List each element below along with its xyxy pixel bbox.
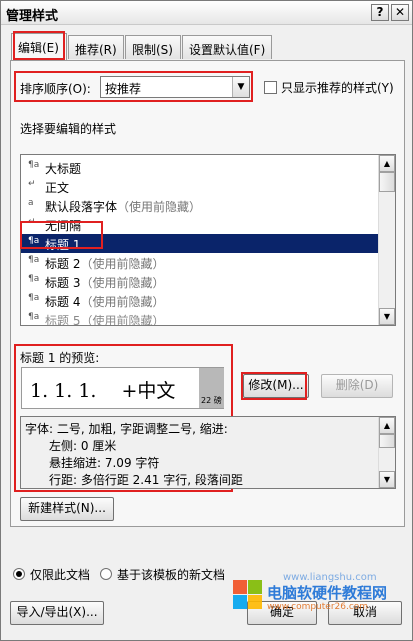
scroll-up-icon[interactable]: ▲ bbox=[379, 155, 395, 172]
style-type-icon: ¶a bbox=[28, 255, 40, 265]
new-style-button[interactable]: 新建样式(N)... bbox=[20, 497, 114, 521]
scroll-thumb[interactable] bbox=[379, 172, 395, 192]
style-type-icon: ¶a bbox=[28, 160, 40, 170]
style-hidden-note: （使用前隐藏） bbox=[80, 295, 165, 309]
help-button[interactable]: ? bbox=[371, 4, 389, 21]
windows-logo-icon bbox=[233, 580, 263, 610]
style-name: 标题 4 bbox=[45, 295, 81, 309]
preview-size-badge: 22 磅 bbox=[201, 396, 222, 405]
style-type-icon: a bbox=[28, 198, 34, 208]
sort-order-value: 按推荐 bbox=[105, 82, 142, 96]
chevron-down-icon[interactable]: ▼ bbox=[232, 77, 249, 97]
scope-template-radio[interactable] bbox=[100, 568, 112, 580]
description-box: 字体: 二号, 加粗, 字距调整二号, 缩进: 左侧: 0 厘米 悬挂缩进: 7… bbox=[20, 416, 396, 489]
style-list-item-label: 标题 5（使用前隐藏） bbox=[45, 312, 165, 326]
style-list-item-label: 默认段落字体（使用前隐藏） bbox=[45, 198, 201, 215]
style-type-icon: ¶a bbox=[28, 312, 40, 322]
description-line: 左侧: 0 厘米 bbox=[49, 439, 117, 453]
style-type-icon: ¶a bbox=[28, 236, 40, 246]
watermark: 电脑软硬件教程网 www.computer26.com www.liangshu… bbox=[233, 572, 409, 626]
preview-label: 标题 1 的预览: bbox=[20, 351, 100, 365]
scroll-down-icon[interactable]: ▼ bbox=[379, 471, 395, 488]
style-hidden-note: （使用前隐藏） bbox=[80, 276, 165, 290]
scope-template-label: 基于该模板的新文档 bbox=[117, 568, 226, 582]
description-line: 行距: 多倍行距 2.41 字行, 段落间距 bbox=[49, 473, 243, 487]
style-list-item[interactable]: ¶a 标题 1 bbox=[21, 234, 380, 253]
style-name: 标题 2 bbox=[45, 257, 81, 271]
style-name: 标题 5 bbox=[45, 314, 81, 326]
description-line: 字体: 二号, 加粗, 字距调整二号, 缩进: bbox=[25, 422, 228, 436]
style-list-item[interactable]: ↵ 正文 bbox=[21, 177, 380, 196]
tab-edit[interactable]: 编辑(E) bbox=[11, 33, 67, 60]
tab-restrict[interactable]: 限制(S) bbox=[125, 35, 181, 59]
style-list-item-label: 大标题 bbox=[45, 160, 81, 177]
style-hidden-note: （使用前隐藏） bbox=[80, 257, 165, 271]
description-scrollbar[interactable]: ▲ ▼ bbox=[378, 417, 395, 488]
style-name: 标题 3 bbox=[45, 276, 81, 290]
dialog-title: 管理样式 bbox=[6, 9, 59, 24]
sort-order-select[interactable]: 按推荐 ▼ bbox=[100, 76, 250, 98]
style-name: 正文 bbox=[45, 181, 70, 195]
watermark-url: www.computer26.com bbox=[267, 602, 369, 612]
style-name: 默认段落字体 bbox=[45, 200, 118, 214]
delete-button[interactable]: 删除(D) bbox=[321, 374, 393, 398]
styles-listbox[interactable]: ¶a 大标题 ↵ 正文 a 默认段落字体（使用前隐藏） ↵ 无间隔 ¶a 标题 1 ¶a 标题 2（使… bbox=[20, 154, 396, 326]
tab-recommend[interactable]: 推荐(R) bbox=[68, 35, 124, 59]
style-list-item[interactable]: ¶a 标题 4（使用前隐藏） bbox=[21, 291, 380, 310]
show-recommended-label: 只显示推荐的样式(Y) bbox=[281, 81, 394, 95]
preview-sample: 1. 1. 1. +中文 bbox=[30, 380, 176, 402]
style-list-item-label: 标题 1 bbox=[45, 236, 80, 253]
style-list-item[interactable]: ¶a 大标题 bbox=[21, 158, 380, 177]
style-preview: 1. 1. 1. +中文 22 磅 bbox=[21, 367, 224, 409]
style-list-item-label: 标题 3（使用前隐藏） bbox=[45, 274, 164, 291]
style-hidden-note: （使用前隐藏） bbox=[117, 200, 202, 214]
scroll-thumb[interactable] bbox=[379, 434, 395, 448]
edit-panel: 排序顺序(O): 按推荐 ▼ 只显示推荐的样式(Y) 选择要编辑的样式 ¶a 大标… bbox=[10, 60, 405, 527]
scope-this-document-label: 仅限此文档 bbox=[30, 568, 91, 582]
style-list-item[interactable]: ↵ 无间隔 bbox=[21, 215, 380, 234]
modify-button[interactable]: 修改(M)... bbox=[243, 374, 309, 398]
style-list-item-label: 无间隔 bbox=[45, 217, 81, 234]
style-type-icon: ¶a bbox=[28, 274, 40, 284]
watermark-title: 电脑软硬件教程网 bbox=[267, 584, 388, 602]
style-name: 标题 1 bbox=[45, 238, 81, 252]
show-recommended-checkbox[interactable] bbox=[264, 81, 277, 94]
scroll-down-icon[interactable]: ▼ bbox=[379, 308, 395, 325]
style-list-item-label: 标题 2（使用前隐藏） bbox=[45, 255, 164, 272]
style-list-item[interactable]: a 默认段落字体（使用前隐藏） bbox=[21, 196, 380, 215]
description-line: 悬挂缩进: 7.09 字符 bbox=[49, 456, 160, 470]
style-name: 无间隔 bbox=[45, 219, 82, 233]
style-list-item-label: 正文 bbox=[45, 179, 69, 196]
style-hidden-note: （使用前隐藏） bbox=[80, 314, 165, 326]
style-list-item[interactable]: ¶a 标题 3（使用前隐藏） bbox=[21, 272, 380, 291]
styles-scrollbar[interactable]: ▲ ▼ bbox=[378, 155, 395, 325]
style-name: 大标题 bbox=[45, 162, 82, 176]
style-list-item-label: 标题 4（使用前隐藏） bbox=[45, 293, 164, 310]
close-button[interactable]: ✕ bbox=[391, 4, 409, 21]
tab-set-defaults[interactable]: 设置默认值(F) bbox=[182, 35, 272, 59]
style-type-icon: ↵ bbox=[28, 217, 36, 227]
scope-this-document-radio[interactable] bbox=[13, 568, 25, 580]
manage-styles-dialog: 管理样式 ? ✕ 编辑(E) 推荐(R) 限制(S) 设置默认值(F) 排序顺序… bbox=[0, 0, 413, 641]
scroll-up-icon[interactable]: ▲ bbox=[379, 417, 395, 434]
style-list-item[interactable]: ¶a 标题 2（使用前隐藏） bbox=[21, 253, 380, 272]
title-bar: 管理样式 ? ✕ bbox=[1, 1, 412, 25]
style-list-item[interactable]: ¶a 标题 5（使用前隐藏） bbox=[21, 310, 380, 326]
style-type-icon: ¶a bbox=[28, 293, 40, 303]
import-export-button[interactable]: 导入/导出(X)... bbox=[10, 601, 104, 625]
style-type-icon: ↵ bbox=[28, 179, 36, 189]
sort-order-label: 排序顺序(O): bbox=[20, 82, 91, 96]
watermark-url-alt: www.liangshu.com bbox=[283, 572, 377, 583]
styles-list-label: 选择要编辑的样式 bbox=[20, 122, 117, 136]
